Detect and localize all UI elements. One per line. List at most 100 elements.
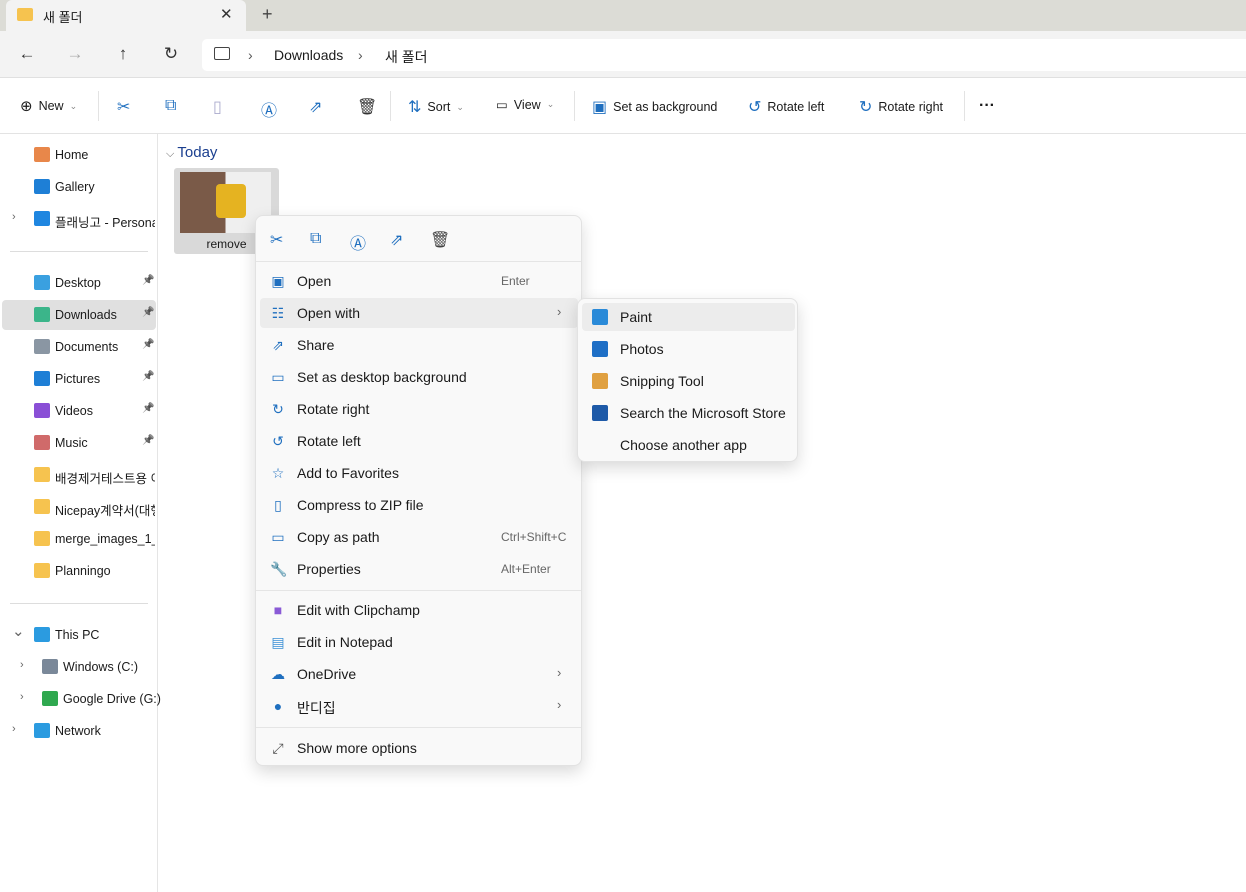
rename-icon[interactable]: Ⓐ [261, 97, 277, 121]
chevron-down-icon[interactable]: ⌄ [12, 622, 25, 640]
menu-item-properties[interactable]: 🔧 Properties Alt+Enter [260, 554, 578, 584]
submenu-item-search-the-microsoft-store[interactable]: Search the Microsoft Store [582, 399, 795, 427]
forward-button[interactable]: → [65, 44, 85, 64]
sidebar-item-label: Videos [55, 404, 93, 418]
new-button[interactable]: ⊕ New ⌄ [20, 97, 77, 115]
monitor-icon [214, 47, 230, 60]
cut-icon[interactable]: ✂ [270, 230, 283, 250]
sidebar-item-label: Home [55, 148, 89, 162]
submenu-item-label: Paint [620, 309, 652, 325]
menu-item-onedrive[interactable]: ☁ OneDrive › [260, 659, 578, 689]
sidebar-item-[interactable]: 배경제거테스트용 이미지 [2, 460, 156, 490]
delete-icon[interactable]: 🗑 [430, 230, 450, 250]
breadcrumb-downloads[interactable]: Downloads [274, 47, 343, 63]
menu-item-compress-to-zip-file[interactable]: ▯ Compress to ZIP file [260, 490, 578, 520]
menu-item-set-as-desktop-background[interactable]: ▭ Set as desktop background [260, 362, 578, 392]
menu-item--[interactable]: ● 반디집 › [260, 691, 578, 721]
view-label: View [513, 97, 541, 112]
menu-item-label: Rotate left [297, 433, 361, 449]
chevron-right-icon: › [557, 665, 562, 680]
menu-item-label: Copy as path [297, 529, 380, 545]
share-icon[interactable]: ⇗ [309, 97, 322, 117]
divider [256, 590, 581, 591]
menu-item-open[interactable]: ▣ Open Enter [260, 266, 578, 296]
sidebar-item-windows-c[interactable]: › Windows (C:) [2, 652, 156, 682]
sort-button[interactable]: ⇅ Sort ⌄ [408, 97, 464, 117]
menu-item-edit-in-notepad[interactable]: ▤ Edit in Notepad [260, 627, 578, 657]
rotate-left-button[interactable]: ↺ Rotate left [748, 97, 824, 117]
set-as-background-button[interactable]: ▣ Set as background [592, 97, 717, 117]
plus-circle-icon: ⊕ [20, 98, 33, 115]
sidebar-item-videos[interactable]: Videos 📌 [2, 396, 156, 426]
delete-icon[interactable]: 🗑 [357, 97, 377, 117]
menu-item-add-to-favorites[interactable]: ☆ Add to Favorites [260, 458, 578, 488]
sidebar-item-gallery[interactable]: Gallery [2, 172, 156, 202]
pin-icon[interactable]: 📌 [142, 371, 154, 382]
share-icon[interactable]: ⇗ [390, 230, 403, 250]
menu-item-rotate-left[interactable]: ↺ Rotate left [260, 426, 578, 456]
pin-icon[interactable]: 📌 [142, 435, 154, 446]
new-tab-button[interactable]: + [262, 4, 273, 25]
sidebar-item-google-drive-g[interactable]: › Google Drive (G:) [2, 684, 161, 714]
sidebar-item-network[interactable]: › Network [2, 716, 156, 746]
chevron-down-icon: ⌄ [69, 100, 78, 111]
sidebar-item-this-pc[interactable]: ⌄ This PC [2, 620, 156, 650]
paste-icon[interactable]: ▯ [213, 97, 222, 117]
copy-icon[interactable]: ⧉ [165, 97, 176, 115]
back-button[interactable]: ← [17, 44, 37, 64]
rotate-right-icon: ↻ [859, 99, 873, 116]
divider [10, 251, 148, 252]
chevron-right-icon[interactable]: › [12, 723, 16, 735]
shortcut-label: Alt+Enter [501, 562, 551, 576]
rotate-left-icon: ↺ [272, 433, 284, 449]
close-tab-button[interactable]: ✕ [220, 5, 233, 23]
chevron-right-icon[interactable]: › [20, 659, 24, 671]
cut-icon[interactable]: ✂ [117, 97, 130, 117]
chevron-right-icon[interactable]: › [12, 211, 16, 223]
sidebar-item-desktop[interactable]: Desktop 📌 [2, 268, 156, 298]
sidebar-item-merge-images-1-3[interactable]: merge_images_1_3_ [2, 524, 156, 554]
pin-icon[interactable]: 📌 [142, 275, 154, 286]
rotate-right-button[interactable]: ↻ Rotate right [859, 97, 943, 117]
sidebar-item-music[interactable]: Music 📌 [2, 428, 156, 458]
menu-item-rotate-right[interactable]: ↻ Rotate right [260, 394, 578, 424]
chevron-right-icon[interactable]: › [20, 691, 24, 703]
view-button[interactable]: ▭ View ⌄ [496, 97, 554, 113]
sidebar-item-nicepay[interactable]: Nicepay계약서(대행) [2, 492, 156, 522]
photos-icon [592, 341, 608, 357]
pin-icon[interactable]: 📌 [142, 339, 154, 350]
address-bar[interactable]: › Downloads › 새 폴더 [202, 39, 1246, 71]
refresh-button[interactable]: ↻ [161, 44, 181, 64]
menu-item-edit-with-clipchamp[interactable]: ■ Edit with Clipchamp [260, 595, 578, 625]
menu-item-share[interactable]: ⇗ Share [260, 330, 578, 360]
sidebar-item-personal[interactable]: › 플래닝고 - Personal [2, 204, 156, 234]
menu-item-open-with[interactable]: ☷ Open with › [260, 298, 578, 328]
submenu-item-snipping-tool[interactable]: Snipping Tool [582, 367, 795, 395]
pin-icon[interactable]: 📌 [142, 307, 154, 318]
store-icon [592, 405, 608, 421]
sidebar-item-documents[interactable]: Documents 📌 [2, 332, 156, 362]
submenu-item-photos[interactable]: Photos [582, 335, 795, 363]
divider [98, 91, 99, 121]
submenu-item-choose-another-app[interactable]: Choose another app [582, 431, 795, 459]
sidebar-item-planningo[interactable]: Planningo [2, 556, 156, 586]
menu-item-show-more-options[interactable]: ⤢ Show more options [260, 733, 578, 763]
sidebar-item-downloads[interactable]: Downloads 📌 [2, 300, 156, 330]
breadcrumb-current[interactable]: 새 폴더 [385, 47, 428, 67]
rename-icon[interactable]: Ⓐ [350, 230, 366, 254]
paint-icon [592, 309, 608, 325]
onedrive-icon [34, 211, 50, 226]
copy-icon[interactable]: ⧉ [310, 230, 321, 248]
tab-current[interactable]: 새 폴더 ✕ [6, 0, 246, 31]
pin-icon[interactable]: 📌 [142, 403, 154, 414]
submenu-item-paint[interactable]: Paint [582, 303, 795, 331]
sidebar-item-pictures[interactable]: Pictures 📌 [2, 364, 156, 394]
more-options-button[interactable]: ··· [979, 97, 995, 115]
group-header-today[interactable]: ⌵ Today [166, 144, 217, 161]
sidebar-item-label: Gallery [55, 180, 95, 194]
up-button[interactable]: ↑ [113, 44, 133, 64]
sidebar-item-home[interactable]: Home [2, 140, 156, 170]
tab-title: 새 폴더 [43, 10, 83, 25]
pictures-icon [34, 371, 50, 386]
menu-item-copy-as-path[interactable]: ▭ Copy as path Ctrl+Shift+C [260, 522, 578, 552]
